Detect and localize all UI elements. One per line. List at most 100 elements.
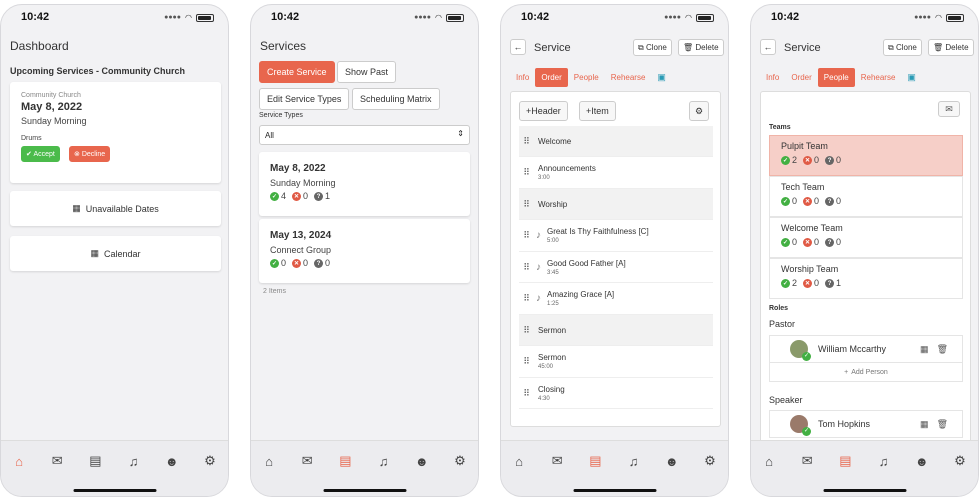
chat-icon[interactable]: ✉ (799, 453, 815, 469)
scheduling-matrix-button[interactable]: Scheduling Matrix (352, 88, 440, 110)
people-icon[interactable]: ☻ (164, 453, 180, 469)
home-icon[interactable]: ⌂ (261, 453, 277, 469)
calendar-icon[interactable]: ▦ (920, 344, 929, 355)
drag-handle-icon[interactable]: ⠿ (519, 230, 532, 241)
role-label: Drums (21, 135, 42, 142)
add-item-button[interactable]: +Item (579, 101, 616, 121)
pending-icon: ? (825, 279, 835, 289)
chat-icon[interactable]: ✉ (549, 453, 565, 469)
order-item-row[interactable]: ⠿ ♪ Amazing Grace [A] 1:25 (519, 284, 713, 315)
upcoming-service-card[interactable]: Community Church May 8, 2022 Sunday Morn… (10, 82, 221, 183)
person-row[interactable]: Tom Hopkins ▦ 🗑 (769, 410, 963, 438)
order-row-title: Welcome (538, 136, 572, 146)
back-button[interactable]: ← (760, 39, 776, 55)
email-button[interactable]: ✉ (938, 101, 960, 117)
gear-icon[interactable]: ⚙ (452, 453, 468, 469)
team-row[interactable]: Welcome Team ✓ 0 ✕ 0 ? 0 (769, 217, 963, 258)
home-icon[interactable]: ⌂ (511, 453, 527, 469)
calendar-icon[interactable]: ▦ (920, 419, 929, 430)
drag-handle-icon[interactable]: ⠿ (519, 262, 532, 273)
drag-handle-icon[interactable]: ⠿ (519, 199, 532, 210)
unavailable-dates-button[interactable]: ▦ Unavailable Dates (10, 191, 221, 226)
show-past-button[interactable]: Show Past (337, 61, 397, 83)
tab-projector[interactable]: ▣ (901, 67, 922, 88)
battery-icon (696, 13, 714, 22)
team-row[interactable]: Worship Team ✓ 2 ✕ 0 ? 1 (769, 258, 963, 299)
tab-rehearse[interactable]: Rehearse (605, 68, 652, 87)
order-header-row[interactable]: ⠿ Welcome (519, 126, 713, 157)
music-icon[interactable]: ♫ (376, 453, 392, 469)
back-button[interactable]: ← (510, 39, 526, 55)
order-settings-button[interactable]: ⚙ (689, 101, 710, 121)
calendar-button[interactable]: ▦ Calendar (10, 236, 221, 271)
order-header-row[interactable]: ⠿ Worship (519, 189, 713, 220)
service-types-label: Service Types (259, 112, 303, 119)
service-types-select[interactable]: All ⇕ (259, 125, 470, 145)
clipboard-icon[interactable]: ▤ (837, 453, 853, 469)
edit-service-types-button[interactable]: Edit Service Types (259, 88, 350, 110)
signal-icon: ●●●● (164, 14, 182, 21)
drag-handle-icon[interactable]: ⠿ (519, 356, 532, 367)
order-item-row[interactable]: ⠿ ♪ Good Good Father [A] 3:45 (519, 252, 713, 283)
order-header-row[interactable]: ⠿ Sermon (519, 315, 713, 346)
home-icon[interactable]: ⌂ (761, 453, 777, 469)
declined-icon: ✕ (803, 197, 813, 207)
tab-info[interactable]: Info (760, 68, 785, 87)
music-icon[interactable]: ♫ (626, 453, 642, 469)
clipboard-icon[interactable]: ▤ (87, 453, 103, 469)
accept-button[interactable]: ✔ Accept (21, 146, 60, 162)
drag-handle-icon[interactable]: ⠿ (519, 293, 532, 304)
gear-icon[interactable]: ⚙ (202, 453, 218, 469)
order-item-row[interactable]: ⠿ ♪ Great Is Thy Faithfulness [C] 5:00 (519, 221, 713, 252)
chat-icon[interactable]: ✉ (49, 453, 65, 469)
tab-order[interactable]: Order (535, 67, 568, 87)
tab-people[interactable]: People (817, 67, 855, 87)
clipboard-icon[interactable]: ▤ (587, 453, 603, 469)
music-icon[interactable]: ♫ (126, 453, 142, 469)
service-item-name: Connect Group (270, 245, 332, 255)
person-row[interactable]: William Mccarthy ▦ 🗑 (769, 335, 963, 363)
drag-handle-icon[interactable]: ⠿ (519, 388, 532, 399)
delete-button[interactable]: 🗑 Delete (678, 39, 724, 56)
order-item-row[interactable]: ⠿ Sermon 45:00 (519, 347, 713, 378)
order-item-row[interactable]: ⠿ Announcements 3:00 (519, 158, 713, 189)
service-list-item[interactable]: May 8, 2022 Sunday Morning ✓ 4 ✕ 0 ? 1 (259, 152, 470, 216)
clipboard-icon[interactable]: ▤ (337, 453, 353, 469)
declined-count: 0 (814, 237, 820, 247)
declined-count: 0 (814, 155, 820, 165)
trash-icon[interactable]: 🗑 (937, 419, 948, 430)
drag-handle-icon[interactable]: ⠿ (519, 136, 532, 147)
clone-button[interactable]: ⧉ Clone (883, 39, 922, 56)
clone-icon: ⧉ (888, 43, 894, 52)
music-icon[interactable]: ♫ (876, 453, 892, 469)
page-title: Services (260, 39, 307, 53)
order-row-title: Good Good Father [A] (547, 258, 626, 268)
add-header-button[interactable]: +Header (519, 101, 568, 121)
add-person-button[interactable]: + Add Person (769, 362, 963, 382)
delete-button[interactable]: 🗑 Delete (928, 39, 974, 56)
people-icon[interactable]: ☻ (914, 453, 930, 469)
tab-people[interactable]: People (568, 68, 605, 87)
pending-count: 0 (836, 237, 842, 247)
order-row-title: Great Is Thy Faithfulness [C] (547, 227, 649, 236)
tab-info[interactable]: Info (510, 68, 535, 87)
decline-button[interactable]: ⊗ Decline (69, 146, 111, 162)
trash-icon[interactable]: 🗑 (937, 344, 948, 355)
people-icon[interactable]: ☻ (664, 453, 680, 469)
order-item-row[interactable]: ⠿ Closing 4:30 (519, 378, 713, 409)
create-service-button[interactable]: Create Service (259, 61, 335, 83)
clone-button[interactable]: ⧉ Clone (633, 39, 672, 56)
drag-handle-icon[interactable]: ⠿ (519, 167, 532, 178)
tab-projector[interactable]: ▣ (651, 67, 672, 88)
gear-icon[interactable]: ⚙ (702, 453, 718, 469)
team-row[interactable]: Pulpit Team ✓ 2 ✕ 0 ? 0 (769, 135, 963, 176)
people-icon[interactable]: ☻ (414, 453, 430, 469)
team-row[interactable]: Tech Team ✓ 0 ✕ 0 ? 0 (769, 176, 963, 217)
tab-order[interactable]: Order (785, 68, 817, 87)
gear-icon[interactable]: ⚙ (952, 453, 968, 469)
chat-icon[interactable]: ✉ (299, 453, 315, 469)
service-list-item[interactable]: May 13, 2024 Connect Group ✓ 0 ✕ 0 ? 0 (259, 219, 470, 283)
drag-handle-icon[interactable]: ⠿ (519, 325, 532, 336)
home-icon[interactable]: ⌂ (11, 453, 27, 469)
tab-rehearse[interactable]: Rehearse (855, 68, 902, 87)
